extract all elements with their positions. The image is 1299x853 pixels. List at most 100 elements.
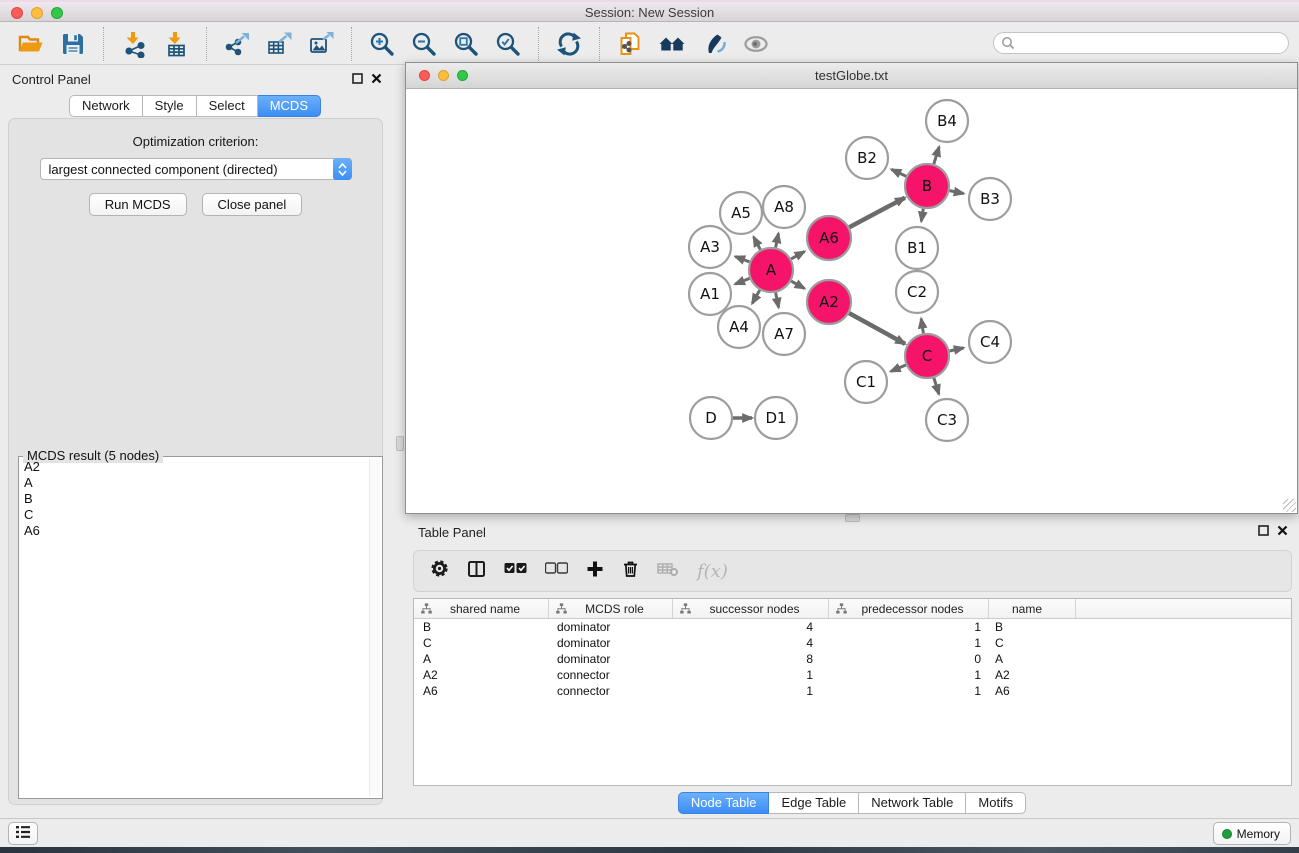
refresh-icon[interactable]	[551, 26, 587, 62]
table-settings-gear-icon[interactable]	[430, 559, 449, 583]
table-cell[interactable]: connector	[549, 667, 673, 683]
zoom-fit-icon[interactable]	[448, 26, 484, 62]
node-A2[interactable]: A2	[807, 280, 851, 324]
table-row[interactable]: A6connector11A6	[414, 683, 1291, 699]
export-network-icon[interactable]	[219, 26, 255, 62]
close-panel-icon[interactable]	[371, 73, 382, 84]
table-cell[interactable]: C	[989, 635, 1076, 651]
node-B1[interactable]: B1	[896, 227, 938, 269]
draw-toggle-icon[interactable]	[696, 26, 732, 62]
node-C3[interactable]: C3	[926, 399, 968, 441]
copy-network-icon[interactable]	[612, 26, 648, 62]
memory-button[interactable]: Memory	[1213, 822, 1291, 845]
node-A6[interactable]: A6	[807, 216, 851, 260]
close-panel-button[interactable]: Close panel	[202, 193, 303, 216]
edge-A-A2[interactable]	[791, 281, 804, 288]
tab-select[interactable]: Select	[197, 95, 258, 117]
node-A4[interactable]: A4	[718, 306, 760, 348]
table-cell[interactable]: C	[414, 635, 549, 651]
node-C4[interactable]: C4	[969, 321, 1011, 363]
zoom-in-icon[interactable]	[364, 26, 400, 62]
table-cell[interactable]: A2	[989, 667, 1076, 683]
run-mcds-button[interactable]: Run MCDS	[89, 193, 187, 216]
tab-style[interactable]: Style	[143, 95, 197, 117]
table-cell[interactable]: dominator	[549, 651, 673, 667]
edge-A-A8[interactable]	[776, 233, 779, 247]
node-A7[interactable]: A7	[763, 313, 805, 355]
table-cell[interactable]: A	[414, 651, 549, 667]
table-cell[interactable]: 1	[673, 667, 829, 683]
table-cell[interactable]: 4	[673, 619, 829, 635]
export-image-icon[interactable]	[303, 26, 339, 62]
table-cell[interactable]: A6	[989, 683, 1076, 699]
node-A3[interactable]: A3	[689, 226, 731, 268]
table-cell[interactable]: A2	[414, 667, 549, 683]
column-header-predecessor-nodes[interactable]: predecessor nodes	[829, 599, 989, 618]
node-B2[interactable]: B2	[846, 137, 888, 179]
export-table-icon[interactable]	[261, 26, 297, 62]
tab-network-table[interactable]: Network Table	[859, 792, 966, 814]
table-cell[interactable]: B	[989, 619, 1076, 635]
node-A[interactable]: A	[749, 248, 793, 292]
column-header-shared-name[interactable]: shared name	[414, 599, 549, 618]
node-B[interactable]: B	[905, 164, 949, 208]
tab-motifs[interactable]: Motifs	[966, 792, 1026, 814]
tab-edge-table[interactable]: Edge Table	[769, 792, 859, 814]
create-column-plus-icon[interactable]	[586, 560, 604, 583]
result-item[interactable]: A	[21, 475, 368, 491]
table-cell[interactable]: 1	[829, 667, 989, 683]
result-item[interactable]: B	[21, 491, 368, 507]
tab-network[interactable]: Network	[69, 95, 143, 117]
home-views-icon[interactable]	[654, 26, 690, 62]
mcds-result-list[interactable]: A2ABCA6	[21, 459, 368, 796]
edge-B-B1[interactable]	[921, 209, 923, 222]
network-canvas[interactable]: B4B2BB3A5A8A6A3B1AC2A1A2A4A7C4CC1DD1C3	[406, 89, 1297, 513]
table-cell[interactable]: 1	[673, 683, 829, 699]
column-header-name[interactable]: name	[989, 599, 1076, 618]
edge-B-B3[interactable]	[950, 191, 964, 194]
table-cell[interactable]: connector	[549, 683, 673, 699]
table-cell[interactable]: 8	[673, 651, 829, 667]
table-cell[interactable]: 1	[829, 683, 989, 699]
tab-node-table[interactable]: Node Table	[678, 792, 770, 814]
network-window-titlebar[interactable]: testGlobe.txt	[406, 63, 1297, 89]
edge-A2-C[interactable]	[849, 313, 905, 344]
table-row[interactable]: A2connector11A2	[414, 667, 1291, 683]
edge-C-C2[interactable]	[921, 319, 923, 334]
result-scrollbar[interactable]	[369, 459, 380, 796]
table-cell[interactable]: dominator	[549, 635, 673, 651]
eye-icon[interactable]	[738, 26, 774, 62]
node-A1[interactable]: A1	[689, 273, 731, 315]
edge-A6-B[interactable]	[849, 198, 905, 228]
resize-grip-icon[interactable]	[1283, 499, 1296, 512]
zoom-out-icon[interactable]	[406, 26, 442, 62]
result-item[interactable]: C	[21, 507, 368, 523]
edge-B-B4[interactable]	[934, 147, 939, 164]
float-table-panel-icon[interactable]	[1258, 525, 1269, 536]
result-item[interactable]: A2	[21, 459, 368, 475]
column-header-successor-nodes[interactable]: successor nodes	[673, 599, 829, 618]
node-A5[interactable]: A5	[720, 192, 762, 234]
edge-A-A1[interactable]	[735, 278, 750, 284]
import-network-icon[interactable]	[116, 26, 152, 62]
vertical-splitter-grip[interactable]	[396, 436, 404, 451]
table-cell[interactable]: 1	[829, 619, 989, 635]
table-row[interactable]: Cdominator41C	[414, 635, 1291, 651]
table-cell[interactable]: B	[414, 619, 549, 635]
edge-C-C1[interactable]	[891, 365, 906, 371]
table-cell[interactable]: A6	[414, 683, 549, 699]
edge-A-A4[interactable]	[752, 290, 760, 303]
zoom-selected-icon[interactable]	[490, 26, 526, 62]
edge-A-A7[interactable]	[776, 293, 779, 308]
edge-B-B2[interactable]	[892, 169, 907, 176]
search-input[interactable]	[1019, 34, 1288, 52]
criterion-select[interactable]: largest connected component (directed)	[40, 158, 352, 180]
edge-A-A3[interactable]	[735, 257, 749, 262]
edge-C-C4[interactable]	[950, 348, 964, 351]
save-icon[interactable]	[55, 26, 91, 62]
import-table-icon[interactable]	[158, 26, 194, 62]
table-cell[interactable]: A	[989, 651, 1076, 667]
result-item[interactable]: A6	[21, 523, 368, 539]
table-cell[interactable]: 4	[673, 635, 829, 651]
node-A8[interactable]: A8	[763, 186, 805, 228]
